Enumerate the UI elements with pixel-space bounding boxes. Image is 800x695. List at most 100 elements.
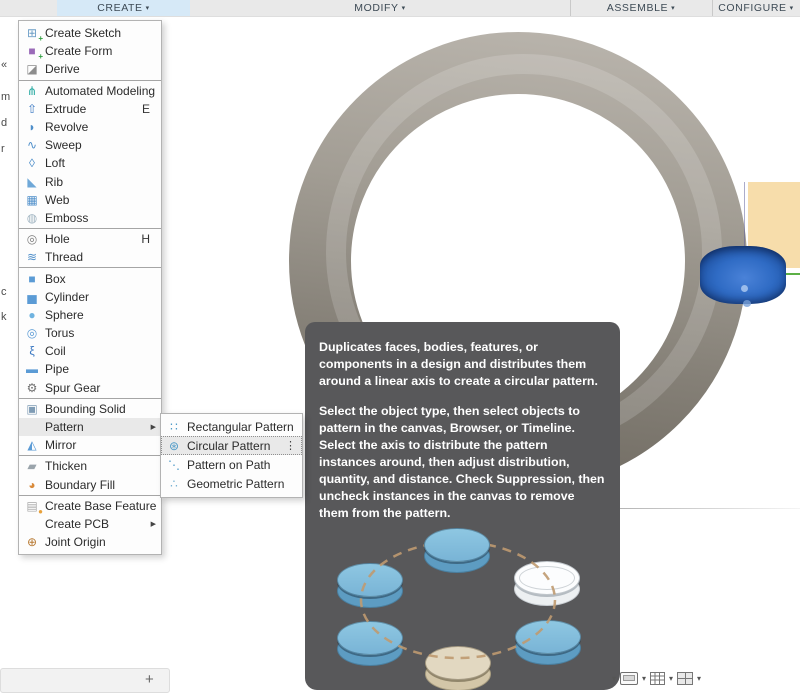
toolbar: CREATE ▾ MODIFY ▾ ASSEMBLE ▾ CONFIGURE ▾ [0,0,800,17]
menu-item-joint-origin[interactable]: ⊕ Joint Origin [19,533,161,551]
browser-text-fragment: r [1,143,5,155]
menu-item-extrude[interactable]: ⇧ Extrude E [19,100,161,118]
menu-item-thicken[interactable]: ▰ Thicken [19,457,161,475]
joint-origin-icon: ⊕ [26,535,38,550]
menu-item-rib[interactable]: ◣ Rib [19,173,161,191]
revolve-icon: ◗ [28,120,36,135]
create-base-feature-icon: ▤ ● [26,498,43,516]
chevron-down-icon[interactable]: ▾ [669,674,673,683]
menu-item-icon-empty [24,516,40,532]
tab-modify[interactable]: MODIFY ▾ [190,0,570,16]
pattern-disk-blue [515,620,581,666]
submenu-arrow-icon: ▶ [150,424,156,432]
menu-item-cylinder[interactable]: ▅ Cylinder [19,288,161,306]
menu-item-label: Web [45,192,70,207]
tab-configure[interactable]: CONFIGURE ▾ [712,0,800,16]
menu-item-icon-empty [24,419,40,435]
menu-item-loft[interactable]: ◊ Loft [19,154,161,172]
timeline-add-button[interactable]: + [145,671,154,688]
emboss-icon: ◍ [26,210,38,225]
tab-create[interactable]: CREATE ▾ [57,0,190,16]
menu-item-derive[interactable]: ◪ Derive [19,60,161,78]
menu-item-label: Derive [45,62,80,77]
menu-item-label: Spur Gear [45,380,101,395]
extrude-icon: ⇧ [26,101,38,116]
display-settings-icon[interactable] [620,671,639,685]
pattern-disk-tan [425,646,491,690]
menu-item-mirror[interactable]: ◭ Mirror [19,436,161,454]
chevron-down-icon: ▾ [401,5,406,12]
submenu-arrow-icon: ▶ [150,520,156,528]
disk-face [337,621,403,655]
menu-item-geometric-pattern[interactable]: ∴ Geometric Pattern [161,475,302,494]
spur-gear-icon: ⚙ [26,380,38,395]
loft-icon: ◊ [29,156,35,171]
disk-face [337,563,403,597]
menu-item-sweep[interactable]: ∿ Sweep [19,136,161,154]
derive-icon: ◪ [26,62,38,77]
menu-item-pattern[interactable]: Pattern ▶ [19,417,161,437]
menu-separator [19,267,161,269]
menu-item-bounding-solid[interactable]: ▣ Bounding Solid [19,400,161,418]
menu-item-shortcut: E [141,101,150,116]
menu-item-thread[interactable]: ≋ Thread [19,248,161,266]
menu-item-label: Create PCB [45,516,110,531]
disk-face [515,620,581,654]
menu-item-coil[interactable]: ξ Coil [19,342,161,360]
chevron-down-icon[interactable]: ▾ [697,674,701,683]
pattern-body[interactable] [700,246,786,304]
timeline-bar: + [0,668,170,693]
menu-item-label: Sweep [45,138,82,153]
menu-item-pattern-on-path[interactable]: ⋱ Pattern on Path [161,455,302,474]
menu-separator [19,494,161,496]
bounding-solid-icon: ▣ [26,401,38,416]
menu-item-label: Circular Pattern [187,438,271,453]
menu-item-boundary-fill[interactable]: ◕ Boundary Fill [19,476,161,494]
mirror-icon: ◭ [27,438,37,453]
chevron-down-icon[interactable]: ▾ [642,674,646,683]
box-icon: ■ [28,271,36,286]
menu-item-label: Mirror [45,438,77,453]
torus-icon: ◎ [26,326,38,341]
menu-item-hole[interactable]: ◎ Hole H [19,230,161,248]
grid-display-icon[interactable] [650,671,666,685]
disk-side [424,539,490,573]
circular-pattern-tooltip: Duplicates faces, bodies, features, or c… [305,322,620,690]
overflow-menu-icon[interactable]: ⋮ [285,439,296,452]
disk-face [425,646,491,680]
disk-side [425,657,491,690]
menu-item-label: Rectangular Pattern [187,419,294,434]
tab-assemble-label: ASSEMBLE [606,2,669,14]
menu-item-web[interactable]: ▦ Web [19,191,161,209]
menu-item-circular-pattern[interactable]: ⊛ Circular Pattern ⋮ [161,436,302,456]
menu-item-emboss[interactable]: ◍ Emboss [19,209,161,227]
menu-item-pipe[interactable]: ▬ Pipe [19,360,161,378]
viewports-icon[interactable] [677,671,694,685]
menu-item-automated-modeling[interactable]: ⋔ Automated Modeling [19,82,161,100]
menu-item-create-sketch[interactable]: ⊞ + Create Sketch [19,24,161,43]
menu-item-label: Hole [45,232,70,247]
sphere-icon: ● [28,307,36,322]
chevron-down-icon[interactable]: ▾ [612,674,616,683]
menu-item-revolve[interactable]: ◗ Revolve [19,118,161,136]
browser-text-fragment: m [1,91,11,103]
geometric-pattern-icon: ∴ [170,477,178,492]
menu-item-box[interactable]: ■ Box [19,269,161,287]
menu-item-label: Sphere [45,307,84,322]
toolbar-separator [570,0,571,16]
rectangular-pattern-icon: ∷ [170,419,178,434]
menu-item-torus[interactable]: ◎ Torus [19,324,161,342]
menu-item-create-base-feature[interactable]: ▤ ● Create Base Feature [19,497,161,516]
menu-item-rectangular-pattern[interactable]: ∷ Rectangular Pattern [161,417,302,436]
menu-item-sphere[interactable]: ● Sphere [19,306,161,324]
menu-item-spur-gear[interactable]: ⚙ Spur Gear [19,379,161,397]
menu-item-label: Boundary Fill [45,477,116,492]
menu-item-label: Automated Modeling [45,83,156,98]
menu-item-label: Pipe [45,362,70,377]
menu-item-label: Create Base Feature [45,498,157,513]
menu-item-create-form[interactable]: ■ + Create Form [19,42,161,61]
menu-item-label: Loft [45,156,66,171]
tab-assemble[interactable]: ASSEMBLE ▾ [570,0,712,16]
menu-item-create-pcb[interactable]: Create PCB ▶ [19,515,161,533]
chevron-down-icon: ▾ [789,5,794,12]
